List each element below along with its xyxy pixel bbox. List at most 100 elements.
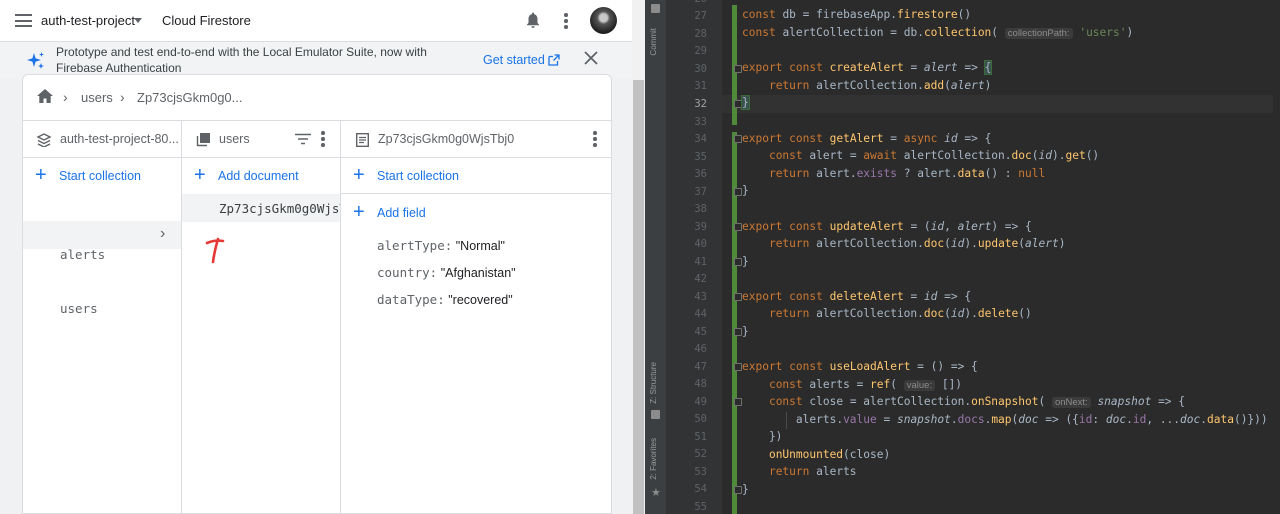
- code-token: alertCollection: [903, 149, 1005, 162]
- code-token: doc: [923, 307, 945, 320]
- code-line: }): [742, 430, 783, 443]
- star-icon[interactable]: ★: [651, 486, 661, 499]
- project-icon[interactable]: [651, 4, 660, 13]
- start-collection-button[interactable]: + Start collection: [341, 158, 611, 194]
- line-number: 53: [694, 466, 707, 478]
- code-token: {: [983, 60, 993, 75]
- code-token: doc: [1018, 413, 1039, 426]
- add-document-label: Add document: [218, 169, 299, 183]
- line-number: 34: [694, 133, 707, 145]
- fold-marker[interactable]: [734, 398, 742, 406]
- collection-users-row[interactable]: users: [23, 221, 181, 316]
- start-collection-button[interactable]: + Start collection: [23, 158, 181, 194]
- scrollbar-thumb[interactable]: [633, 80, 644, 514]
- collection-users[interactable]: users: [60, 301, 98, 316]
- avatar[interactable]: [590, 7, 617, 34]
- fold-marker[interactable]: [734, 363, 742, 371]
- line-number: 29: [694, 45, 707, 57]
- notification-bell-icon[interactable]: [525, 11, 541, 29]
- code-line: const alertCollection = db.collection( c…: [742, 26, 1134, 39]
- code-token: add: [923, 79, 945, 92]
- open-in-new-icon[interactable]: [548, 54, 560, 66]
- code-token: await: [863, 149, 897, 162]
- code-token: useLoadAlert: [829, 360, 911, 373]
- add-field-button[interactable]: + Add field: [341, 195, 611, 231]
- code-line: }: [742, 325, 749, 338]
- fold-marker[interactable]: [734, 65, 742, 73]
- code-token: docs: [957, 413, 985, 426]
- field-row[interactable]: dataType: "recovered": [377, 292, 513, 307]
- favorites-tab[interactable]: 2: Favorites: [649, 438, 658, 480]
- code-token: export: [742, 220, 783, 233]
- fold-marker[interactable]: [734, 223, 742, 231]
- more-options-icon[interactable]: [321, 131, 325, 149]
- project-selector[interactable]: auth-test-project: [41, 13, 135, 28]
- breadcrumb: › users › Zp73cjsGkm0g0...: [23, 75, 611, 121]
- fold-marker[interactable]: [734, 486, 742, 494]
- code-line: export const getAlert = async id => {: [742, 132, 992, 145]
- code-token: const: [742, 8, 776, 21]
- chevron-down-icon[interactable]: [134, 18, 142, 23]
- code-token: snapshot: [1097, 395, 1152, 408]
- line-number: 26: [667, 0, 707, 5]
- home-icon[interactable]: [36, 88, 54, 104]
- field-row[interactable]: alertType: "Normal": [377, 238, 505, 253]
- code-token: ref: [870, 378, 891, 391]
- collection-alerts[interactable]: alerts: [60, 247, 105, 262]
- code-token: value: [843, 413, 877, 426]
- line-number: 31: [694, 80, 707, 92]
- line-number: 45: [694, 326, 707, 338]
- code-token: export: [742, 132, 783, 145]
- structure-tab[interactable]: Z: Structure: [649, 362, 658, 404]
- code-line: }: [741, 95, 750, 110]
- filter-icon[interactable]: [295, 133, 311, 145]
- code-line: export const deleteAlert = id => {: [742, 290, 972, 303]
- fold-marker[interactable]: [734, 328, 742, 336]
- emulator-banner: Prototype and test end-to-end with the L…: [0, 42, 632, 78]
- document-title: Zp73cjsGkm0g0WjsTbj0: [378, 132, 515, 146]
- database-icon: [36, 133, 52, 147]
- more-options-icon[interactable]: [564, 13, 568, 31]
- code-token: alerts: [816, 465, 857, 478]
- plus-icon: +: [353, 164, 365, 186]
- code-token: exists: [856, 167, 897, 180]
- menu-icon[interactable]: [15, 14, 32, 27]
- commit-tab[interactable]: Commit: [649, 28, 658, 56]
- code-token: doc: [1011, 149, 1032, 162]
- breadcrumb-document[interactable]: Zp73cjsGkm0g0...: [137, 90, 243, 105]
- line-number: 39: [694, 221, 707, 233]
- breadcrumb-users[interactable]: users: [81, 90, 113, 105]
- fold-marker[interactable]: [734, 258, 742, 266]
- code-token: async: [903, 132, 938, 145]
- get-started-link[interactable]: Get started: [483, 53, 545, 67]
- firebase-console: auth-test-project Cloud Firestore Protot…: [0, 0, 645, 514]
- add-document-button[interactable]: + Add document: [182, 158, 340, 194]
- document-row[interactable]: Zp73cjsGkm0g0WjsTb: [182, 194, 340, 222]
- fold-marker[interactable]: [734, 100, 742, 108]
- code-token: return: [768, 465, 810, 478]
- parameter-hint: onNext:: [1051, 397, 1091, 408]
- plus-icon: +: [353, 201, 365, 223]
- scroll-indicator[interactable]: [1273, 0, 1280, 514]
- code-token: close: [849, 448, 884, 461]
- code-token: firebaseApp: [816, 8, 891, 21]
- editor-area[interactable]: [722, 0, 1280, 514]
- fold-marker[interactable]: [734, 135, 742, 143]
- code-token: const: [742, 26, 776, 39]
- field-row[interactable]: country: "Afghanistan": [377, 265, 516, 280]
- collection-column: users + Add document Zp73cjsGkm0g0WjsTb: [182, 121, 341, 513]
- code-line: }: [742, 483, 749, 496]
- close-icon[interactable]: [584, 51, 598, 65]
- parameter-hint: value:: [903, 380, 936, 391]
- code-token: doc: [923, 237, 945, 250]
- fold-marker[interactable]: [734, 293, 742, 301]
- code-token: const: [789, 61, 823, 74]
- plus-icon: +: [35, 164, 47, 186]
- fold-marker[interactable]: [734, 188, 742, 196]
- structure-icon[interactable]: [651, 410, 660, 419]
- more-options-icon[interactable]: [593, 131, 597, 149]
- line-number: 28: [694, 28, 707, 40]
- field-key: country:: [377, 265, 438, 280]
- document-id[interactable]: Zp73cjsGkm0g0WjsTb: [219, 201, 340, 216]
- line-number: 51: [694, 431, 707, 443]
